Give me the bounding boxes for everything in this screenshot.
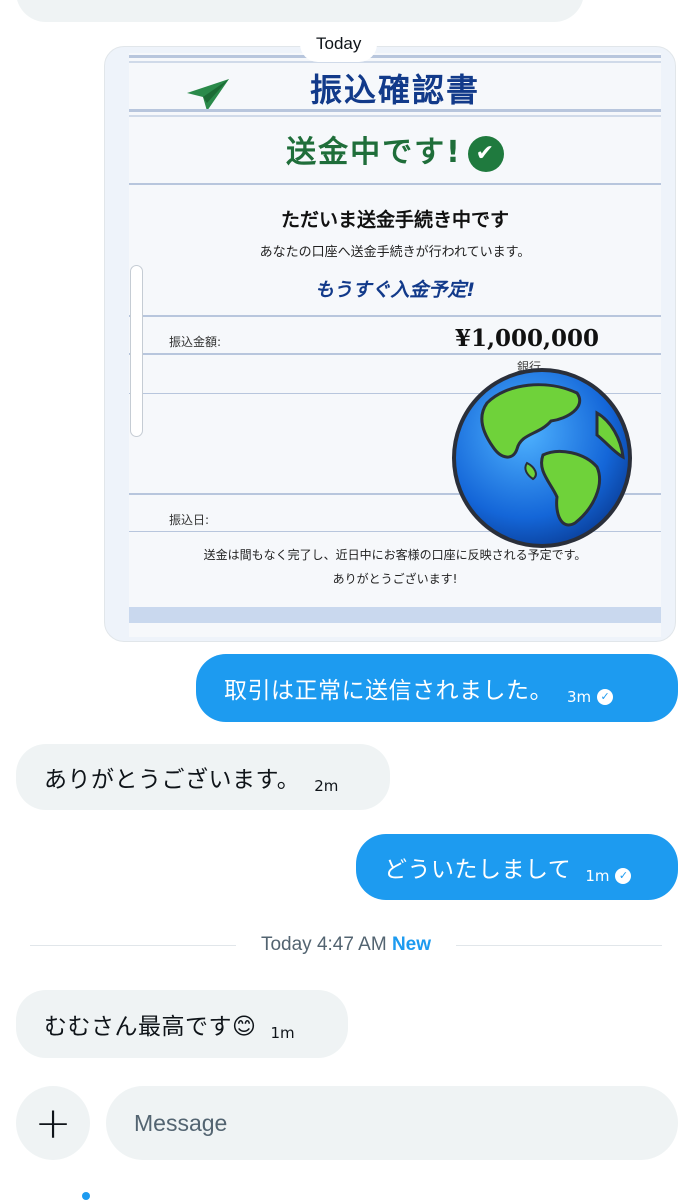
date-label: 振込日: bbox=[169, 513, 210, 527]
day-separator-pill: Today bbox=[300, 26, 378, 62]
message-time: 3m bbox=[567, 688, 592, 706]
plus-icon: + bbox=[34, 1097, 72, 1149]
document-heading: ただいま送金手続き中です bbox=[280, 209, 509, 231]
seen-check-icon: ✓ bbox=[615, 868, 632, 884]
message-bubble-incoming[interactable]: ありがとうございます。 2m bbox=[16, 744, 390, 810]
check-circle-icon: ✔ bbox=[467, 135, 504, 172]
message-time: 2m bbox=[314, 777, 339, 795]
message-text: 取引は正常に送信されました。 bbox=[224, 678, 553, 704]
message-bubble-outgoing[interactable]: 取引は正常に送信されました。 3m ✓ bbox=[196, 654, 678, 722]
message-time: 1m bbox=[270, 1024, 295, 1042]
document-soon: もうすぐ入金予定! bbox=[314, 279, 476, 301]
document-status: 送金中です! ✔ bbox=[129, 127, 661, 172]
indicator-dot bbox=[82, 1192, 90, 1200]
seen-check-icon: ✓ bbox=[597, 689, 614, 705]
image-attachment[interactable]: 振込確認書 送金中です! ✔ ただいま送金手続き中です あなたの口座へ送金手続きが… bbox=[104, 46, 676, 642]
message-time: 1m bbox=[585, 867, 610, 885]
message-text: ありがとうございます。 bbox=[44, 767, 301, 793]
message-bubble-outgoing[interactable]: どういたしまして 1m ✓ bbox=[356, 834, 678, 900]
new-messages-divider: Today 4:47 AM New bbox=[0, 934, 692, 956]
image-scroll-handle[interactable] bbox=[130, 265, 143, 437]
divider-new-label: New bbox=[391, 934, 432, 955]
amount-label: 振込金額: bbox=[169, 335, 222, 349]
message-input[interactable] bbox=[106, 1086, 678, 1160]
amount-value: ¥1,000,000 bbox=[455, 325, 600, 352]
message-bubble-partial[interactable]: 13m bbox=[16, 0, 584, 22]
document-title: 振込確認書 bbox=[309, 71, 480, 109]
transfer-confirmation-document: 振込確認書 送金中です! ✔ ただいま送金手続き中です あなたの口座へ送金手続きが… bbox=[129, 53, 661, 637]
document-subtext: あなたの口座へ送金手続きが行われています。 bbox=[259, 245, 531, 260]
message-text: どういたしまして bbox=[384, 857, 572, 883]
message-time: 13m bbox=[531, 0, 562, 2]
message-text: むむさん最高です😊 bbox=[44, 1014, 257, 1040]
message-bubble-incoming[interactable]: むむさん最高です😊 1m bbox=[16, 990, 348, 1058]
add-attachment-button[interactable]: + bbox=[16, 1086, 90, 1160]
globe-icon bbox=[452, 368, 632, 548]
divider-time: Today 4:47 AM bbox=[260, 934, 387, 955]
